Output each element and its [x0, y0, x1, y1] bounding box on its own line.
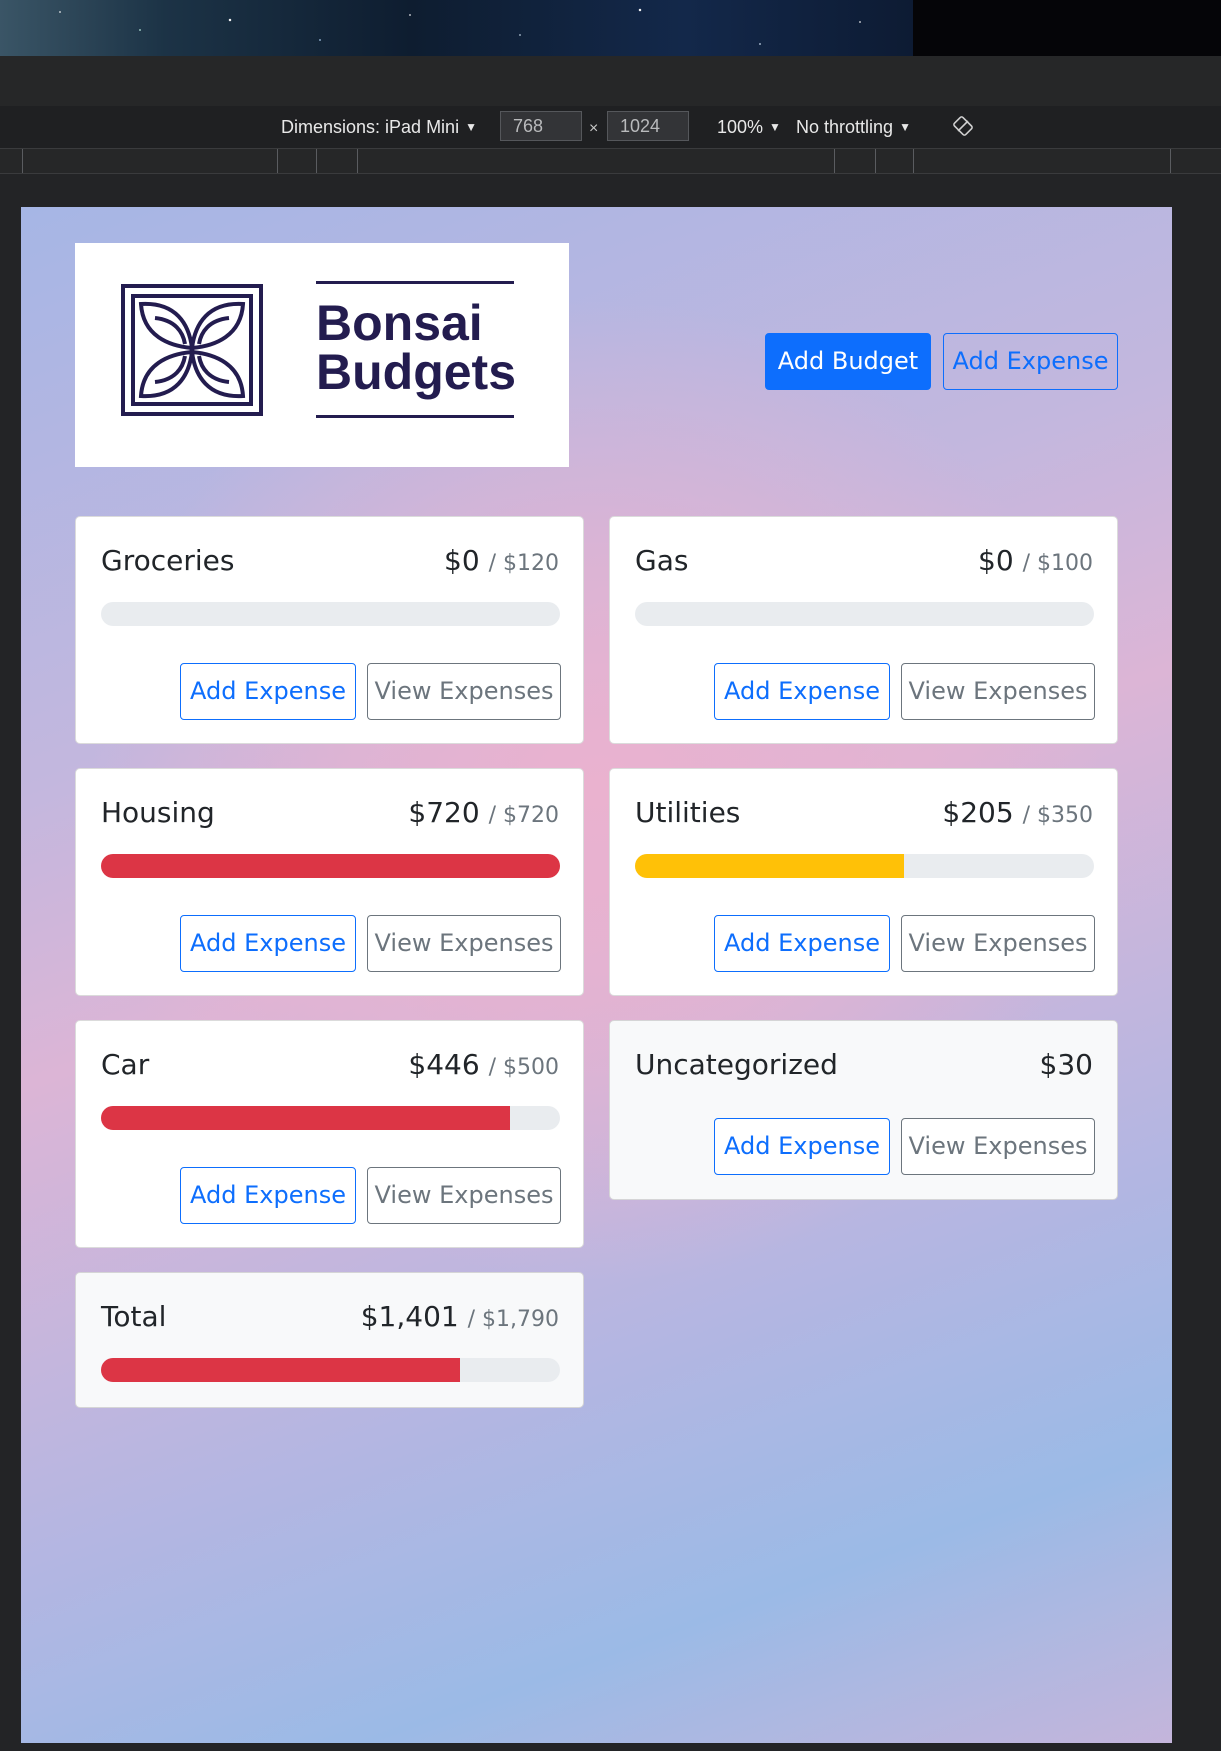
budget-progress-fill [101, 1106, 511, 1130]
times-sign: × [589, 120, 599, 137]
zoom-dropdown[interactable]: 100% ▼ [717, 116, 781, 138]
total-progress-fill [101, 1358, 461, 1382]
view-expenses-button[interactable]: View Expenses [367, 663, 561, 720]
ruler-tick [316, 149, 317, 173]
dimensions-label: Dimensions: iPad Mini [281, 117, 460, 137]
budget-amount: $0 / $100 [978, 544, 1093, 577]
view-expenses-button[interactable]: View Expenses [367, 1167, 561, 1224]
budget-amount: $30 [1040, 1048, 1093, 1081]
budget-max: / $100 [1022, 551, 1093, 576]
device-toolbar: Dimensions: iPad Mini ▼ 768 × 1024 100% ▼ … [0, 106, 1221, 149]
add-budget-button[interactable]: Add Budget [765, 333, 931, 390]
add-expense-button[interactable]: Add Expense [180, 663, 356, 720]
device-height-input[interactable]: 1024 [607, 111, 689, 141]
budget-spent: $0 [978, 544, 1014, 577]
total-label: Total [101, 1300, 167, 1333]
total-max: / $1,790 [467, 1307, 559, 1332]
logo-rule-bottom [316, 415, 514, 418]
budget-amount: $720 / $720 [408, 796, 559, 829]
budget-name: Utilities [635, 796, 741, 829]
chevron-down-icon: ▼ [899, 120, 911, 134]
budget-progress-bar [635, 854, 1094, 878]
budget-card-groceries: Groceries $0 / $120 Add Expense View Exp… [75, 516, 584, 744]
ruler-tick [277, 149, 278, 173]
budget-progress-bar [101, 854, 560, 878]
logo-word-budgets: Budgets [316, 344, 516, 400]
app-page: Bonsai Budgets Add Budget Add Expense Gr… [21, 207, 1172, 1743]
budget-spent: $0 [444, 544, 480, 577]
add-expense-button[interactable]: Add Expense [180, 1167, 356, 1224]
budget-progress-fill [635, 854, 904, 878]
zoom-label: 100% [717, 117, 764, 137]
throttling-label: No throttling [796, 117, 894, 137]
background-starfield [0, 0, 913, 56]
devtools-top-bar [0, 56, 1221, 107]
ruler-tick [834, 149, 835, 173]
budget-amount: $446 / $500 [408, 1048, 559, 1081]
rotate-device-icon[interactable] [952, 115, 974, 137]
ruler-tick [357, 149, 358, 173]
total-card: Total $1,401 / $1,790 [75, 1272, 584, 1408]
header-add-expense-button[interactable]: Add Expense [943, 333, 1118, 390]
budget-spent: $446 [408, 1048, 480, 1081]
ruler-tick [22, 149, 23, 173]
total-spent: $1,401 [360, 1300, 459, 1333]
budget-card-housing: Housing $720 / $720 Add Expense View Exp… [75, 768, 584, 996]
budget-name: Car [101, 1048, 150, 1081]
device-ruler [0, 149, 1221, 174]
viewport-gutter-right [1172, 174, 1221, 1751]
device-width-input[interactable]: 768 [500, 111, 582, 141]
budget-name: Gas [635, 544, 689, 577]
budget-max: / $500 [488, 1055, 559, 1080]
total-amount: $1,401 / $1,790 [361, 1300, 559, 1333]
budget-amount: $205 / $350 [942, 796, 1093, 829]
add-expense-button[interactable]: Add Expense [180, 915, 356, 972]
view-expenses-button[interactable]: View Expenses [901, 663, 1095, 720]
budget-progress-bar [101, 602, 560, 626]
budget-progress-bar [635, 602, 1094, 626]
chevron-down-icon: ▼ [769, 120, 781, 134]
logo-word-bonsai: Bonsai [316, 295, 483, 351]
dimensions-dropdown[interactable]: Dimensions: iPad Mini ▼ [281, 116, 477, 138]
budget-spent: $205 [942, 796, 1014, 829]
viewport-gutter-left [0, 174, 20, 1751]
budget-max: / $120 [488, 551, 559, 576]
background-dark-region [913, 0, 1221, 56]
budget-spent: $30 [1039, 1048, 1093, 1081]
budget-progress-bar [101, 1106, 560, 1130]
throttling-dropdown[interactable]: No throttling ▼ [796, 116, 911, 138]
view-expenses-button[interactable]: View Expenses [901, 1118, 1095, 1175]
logo-rule-top [316, 281, 514, 284]
ruler-tick [1170, 149, 1171, 173]
bonsai-logo-icon [121, 284, 263, 416]
budget-name: Groceries [101, 544, 235, 577]
logo[interactable]: Bonsai Budgets [75, 243, 569, 467]
ruler-tick [913, 149, 914, 173]
budget-card-gas: Gas $0 / $100 Add Expense View Expenses [609, 516, 1118, 744]
total-progress-bar [101, 1358, 560, 1382]
add-expense-button[interactable]: Add Expense [714, 1118, 890, 1175]
add-expense-button[interactable]: Add Expense [714, 663, 890, 720]
budget-card-car: Car $446 / $500 Add Expense View Expense… [75, 1020, 584, 1248]
budget-card-utilities: Utilities $205 / $350 Add Expense View E… [609, 768, 1118, 996]
add-expense-button[interactable]: Add Expense [714, 915, 890, 972]
budget-max: / $720 [488, 803, 559, 828]
view-expenses-button[interactable]: View Expenses [901, 915, 1095, 972]
ruler-tick [875, 149, 876, 173]
chevron-down-icon: ▼ [465, 120, 477, 134]
budget-name: Uncategorized [635, 1048, 838, 1081]
budget-spent: $720 [408, 796, 480, 829]
budget-card-uncategorized: Uncategorized $30 Add Expense View Expen… [609, 1020, 1118, 1200]
budget-max: / $350 [1022, 803, 1093, 828]
budget-name: Housing [101, 796, 215, 829]
budget-amount: $0 / $120 [444, 544, 559, 577]
view-expenses-button[interactable]: View Expenses [367, 915, 561, 972]
budget-progress-fill [101, 854, 560, 878]
